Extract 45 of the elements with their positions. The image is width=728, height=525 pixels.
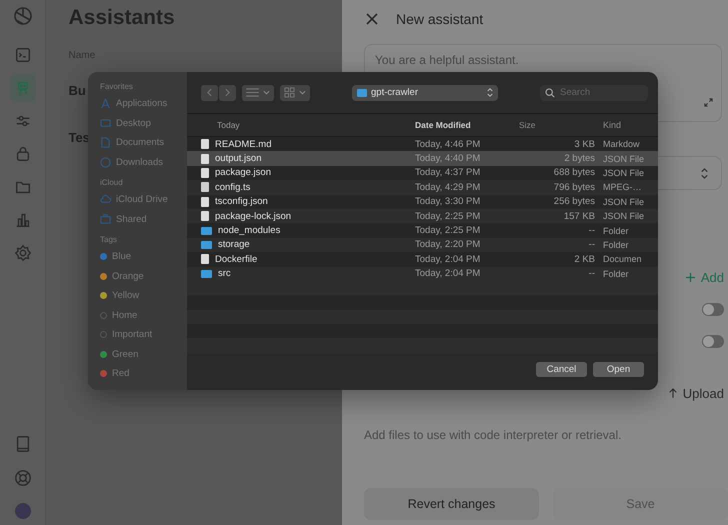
file-size: -- bbox=[588, 239, 595, 250]
file-name: output.json bbox=[215, 153, 262, 164]
file-name: src bbox=[218, 268, 231, 280]
file-size: 256 bytes bbox=[552, 196, 595, 208]
file-name: tsconfig.json bbox=[215, 196, 268, 208]
file-name: config.ts bbox=[215, 182, 250, 193]
file-size: 3 KB bbox=[573, 138, 595, 150]
panel-title: New assistant bbox=[396, 11, 484, 27]
file-name: package.json bbox=[215, 167, 271, 178]
file-date: Today, 2:20 PM bbox=[415, 239, 482, 250]
file-kind: JSON File bbox=[603, 196, 646, 207]
file-date: Today, 2:25 PM bbox=[415, 210, 482, 222]
file-kind: JSON File bbox=[603, 211, 646, 222]
file-date: Today, 2:25 PM bbox=[415, 225, 482, 236]
file-name: Dockerfile bbox=[215, 254, 258, 265]
files-hint: Add files to use with code interpreter or retrieval. bbox=[364, 428, 622, 442]
file-size: -- bbox=[588, 225, 595, 236]
sidebar-heading: Tags bbox=[100, 235, 118, 244]
file-kind: Markdow bbox=[603, 139, 641, 150]
file-size: -- bbox=[588, 268, 595, 280]
file-name: README.md bbox=[215, 138, 272, 150]
file-date: Today, 3:30 PM bbox=[415, 196, 482, 208]
file-size: 157 KB bbox=[562, 210, 595, 222]
file-date: Today, 4:46 PM bbox=[415, 138, 482, 150]
file-kind: JSON File bbox=[603, 154, 646, 164]
file-kind: JSON File bbox=[603, 168, 646, 178]
file-kind: Folder bbox=[603, 240, 630, 250]
file-date: Today, 4:40 PM bbox=[415, 153, 482, 164]
file-size: 796 bytes bbox=[552, 182, 595, 193]
file-kind: Folder bbox=[603, 268, 630, 279]
file-kind: MPEG-… bbox=[603, 182, 643, 192]
file-name: package-lock.json bbox=[215, 210, 292, 222]
file-name: storage bbox=[218, 239, 250, 250]
file-size: 2 KB bbox=[573, 254, 595, 265]
file-size: 2 bytes bbox=[563, 153, 595, 164]
file-kind: Documen bbox=[603, 254, 643, 264]
file-date: Today, 2:04 PM bbox=[415, 254, 482, 265]
sidebar-heading: Favorites bbox=[100, 82, 134, 91]
file-name: node_modules bbox=[218, 225, 280, 236]
file-kind: Folder bbox=[603, 226, 630, 236]
file-date: Today, 2:04 PM bbox=[415, 268, 482, 280]
file-date: Today, 4:37 PM bbox=[415, 167, 482, 178]
sidebar-heading: iCloud bbox=[100, 178, 124, 187]
file-size: 688 bytes bbox=[552, 167, 595, 178]
file-date: Today, 4:29 PM bbox=[415, 182, 482, 193]
